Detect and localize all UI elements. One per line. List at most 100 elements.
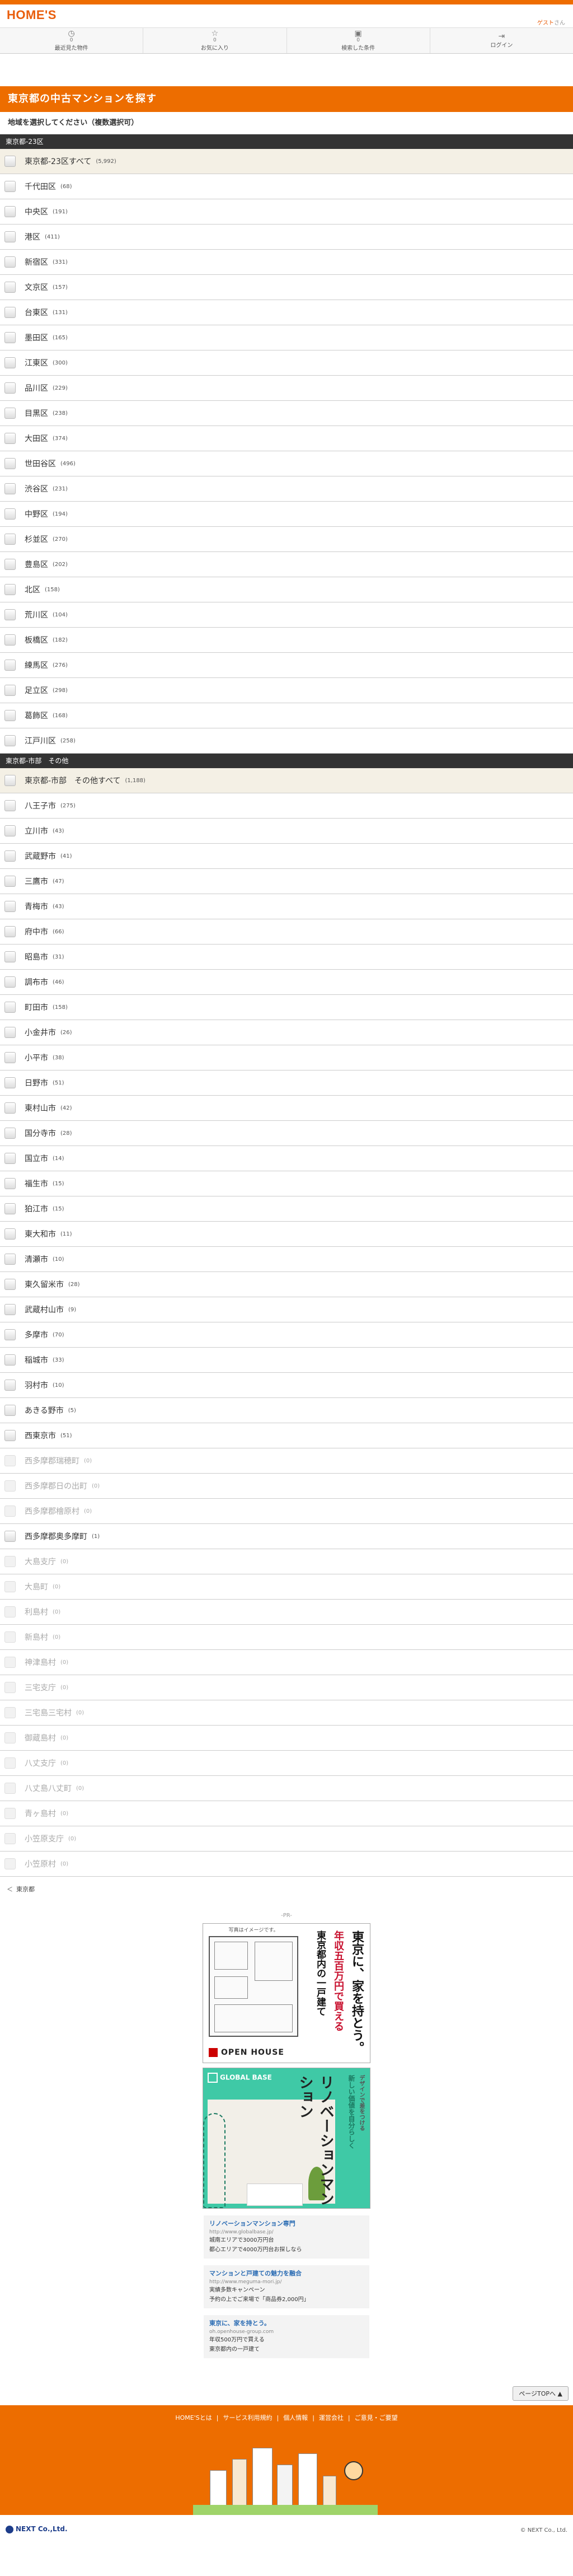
- area-checkbox[interactable]: [4, 508, 16, 520]
- area-checkbox[interactable]: [4, 433, 16, 444]
- area-checkbox[interactable]: [4, 534, 16, 545]
- area-row[interactable]: 台東区 (131): [0, 300, 573, 325]
- area-checkbox[interactable]: [4, 876, 16, 887]
- area-row[interactable]: 杉並区 (270): [0, 527, 573, 552]
- globalbase-banner[interactable]: GLOBAL BASE リノベーションマンション 新しい価値を自分らしく デザイ…: [203, 2068, 370, 2209]
- footer-link[interactable]: 運営会社: [319, 2414, 344, 2421]
- nav-item-3[interactable]: ⇥ ログイン: [430, 28, 573, 53]
- area-row[interactable]: 西多摩郡奥多摩町 (1): [0, 1524, 573, 1549]
- area-row[interactable]: 文京区 (157): [0, 275, 573, 300]
- area-checkbox[interactable]: [4, 408, 16, 419]
- greeting-user[interactable]: ゲスト: [537, 20, 554, 26]
- area-row[interactable]: 稲城市 (33): [0, 1348, 573, 1373]
- area-row[interactable]: 武蔵野市 (41): [0, 844, 573, 869]
- area-checkbox[interactable]: [4, 1279, 16, 1290]
- homes-logo[interactable]: HOME'S: [7, 8, 57, 22]
- area-checkbox[interactable]: [4, 1329, 16, 1340]
- area-row[interactable]: 足立区 (298): [0, 678, 573, 703]
- nav-item-2[interactable]: ▣ 0 検索した条件: [287, 28, 430, 53]
- area-checkbox[interactable]: [4, 1405, 16, 1416]
- area-checkbox[interactable]: [4, 1228, 16, 1240]
- area-row[interactable]: 小金井市 (26): [0, 1020, 573, 1045]
- area-row[interactable]: 国立市 (14): [0, 1146, 573, 1171]
- text-ad[interactable]: 東京に、家を持とう。 oh.openhouse-group.com 年収500万円で…: [204, 2315, 369, 2358]
- area-row[interactable]: 渋谷区 (231): [0, 476, 573, 502]
- area-checkbox[interactable]: [4, 1354, 16, 1366]
- area-row[interactable]: 東大和市 (11): [0, 1222, 573, 1247]
- area-row[interactable]: 昭島市 (31): [0, 945, 573, 970]
- nav-item-1[interactable]: ☆ 0 お気に入り: [143, 28, 287, 53]
- area-row[interactable]: 立川市 (43): [0, 819, 573, 844]
- area-row[interactable]: 東久留米市 (28): [0, 1272, 573, 1297]
- area-checkbox[interactable]: [4, 1027, 16, 1038]
- back-arrow-icon[interactable]: ＜: [7, 1886, 13, 1893]
- area-checkbox[interactable]: [4, 231, 16, 242]
- area-row[interactable]: 練馬区 (276): [0, 653, 573, 678]
- area-row[interactable]: 墨田区 (165): [0, 325, 573, 350]
- footer-link[interactable]: HOME'Sとは: [175, 2414, 212, 2421]
- area-row[interactable]: 八王子市 (275): [0, 793, 573, 819]
- area-row[interactable]: 港区 (411): [0, 225, 573, 250]
- area-row[interactable]: 目黒区 (238): [0, 401, 573, 426]
- area-row[interactable]: 町田市 (158): [0, 995, 573, 1020]
- area-checkbox[interactable]: [4, 976, 16, 988]
- area-row[interactable]: 青梅市 (43): [0, 894, 573, 919]
- area-checkbox[interactable]: [4, 1254, 16, 1265]
- area-checkbox[interactable]: [4, 1178, 16, 1189]
- footer-link[interactable]: 個人情報: [283, 2414, 308, 2421]
- area-checkbox[interactable]: [4, 382, 16, 394]
- area-row[interactable]: 多摩市 (70): [0, 1322, 573, 1348]
- area-checkbox[interactable]: [4, 926, 16, 937]
- area-checkbox[interactable]: [4, 850, 16, 862]
- area-row[interactable]: 千代田区 (68): [0, 174, 573, 199]
- select-all-row[interactable]: 東京都-市部 その他すべて (1,188): [0, 768, 573, 793]
- area-checkbox[interactable]: [4, 458, 16, 469]
- area-row[interactable]: 羽村市 (10): [0, 1373, 573, 1398]
- area-checkbox[interactable]: [4, 307, 16, 318]
- area-row[interactable]: 東村山市 (42): [0, 1096, 573, 1121]
- area-checkbox[interactable]: [4, 584, 16, 595]
- area-checkbox[interactable]: [4, 1153, 16, 1164]
- area-row[interactable]: あきる野市 (5): [0, 1398, 573, 1423]
- area-checkbox[interactable]: [4, 1380, 16, 1391]
- area-checkbox[interactable]: [4, 825, 16, 836]
- area-row[interactable]: 大田区 (374): [0, 426, 573, 451]
- area-row[interactable]: 北区 (158): [0, 577, 573, 602]
- page-top-button[interactable]: ページTOPへ ▲: [513, 2386, 569, 2401]
- area-row[interactable]: 西東京市 (51): [0, 1423, 573, 1448]
- area-row[interactable]: 調布市 (46): [0, 970, 573, 995]
- area-row[interactable]: 武蔵村山市 (9): [0, 1297, 573, 1322]
- area-checkbox[interactable]: [4, 634, 16, 646]
- area-row[interactable]: 狛江市 (15): [0, 1196, 573, 1222]
- area-checkbox[interactable]: [4, 1430, 16, 1441]
- nav-item-0[interactable]: ◷ 0 最近見た物件: [0, 28, 144, 53]
- area-checkbox[interactable]: [4, 559, 16, 570]
- area-checkbox[interactable]: [4, 775, 16, 786]
- area-row[interactable]: 日野市 (51): [0, 1070, 573, 1096]
- area-checkbox[interactable]: [4, 735, 16, 746]
- area-checkbox[interactable]: [4, 483, 16, 494]
- area-checkbox[interactable]: [4, 282, 16, 293]
- area-checkbox[interactable]: [4, 800, 16, 811]
- area-checkbox[interactable]: [4, 181, 16, 192]
- area-checkbox[interactable]: [4, 206, 16, 217]
- area-checkbox[interactable]: [4, 1102, 16, 1114]
- area-checkbox[interactable]: [4, 332, 16, 343]
- area-row[interactable]: 府中市 (66): [0, 919, 573, 945]
- area-row[interactable]: 荒川区 (104): [0, 602, 573, 628]
- area-checkbox[interactable]: [4, 1077, 16, 1088]
- text-ad[interactable]: マンションと戸建ての魅力を融合 http://www.meguma-mori.jp…: [204, 2265, 369, 2308]
- area-checkbox[interactable]: [4, 1203, 16, 1214]
- area-checkbox[interactable]: [4, 951, 16, 962]
- area-checkbox[interactable]: [4, 1052, 16, 1063]
- area-checkbox[interactable]: [4, 710, 16, 721]
- area-checkbox[interactable]: [4, 685, 16, 696]
- area-row[interactable]: 板橋区 (182): [0, 628, 573, 653]
- area-row[interactable]: 小平市 (38): [0, 1045, 573, 1070]
- select-all-row[interactable]: 東京都-23区すべて (5,992): [0, 149, 573, 174]
- breadcrumb-link[interactable]: 東京都: [16, 1886, 35, 1893]
- area-checkbox[interactable]: [4, 256, 16, 268]
- area-checkbox[interactable]: [4, 1531, 16, 1542]
- area-row[interactable]: 豊島区 (202): [0, 552, 573, 577]
- area-row[interactable]: 中野区 (194): [0, 502, 573, 527]
